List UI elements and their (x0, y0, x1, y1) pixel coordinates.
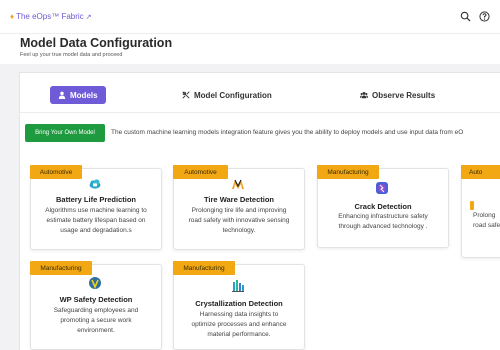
card-desc-line: Safeguarding employees and (53, 307, 139, 314)
users-icon (360, 91, 368, 99)
crack-gem-icon (375, 181, 389, 195)
card-desc-line: technology. (222, 227, 256, 234)
byom-description: The custom machine learning models integ… (111, 129, 464, 136)
tab-observe-results[interactable]: Observe Results (360, 86, 435, 104)
card-desc-line: usage and degradation.s (60, 227, 132, 234)
tab-models[interactable]: Models (50, 86, 106, 104)
card-description: Safeguarding employees and promoting a s… (32, 306, 160, 336)
card-desc-line: road safe (473, 222, 500, 229)
card-description: Harnessing data insights to optimize pro… (175, 310, 303, 340)
top-bar: ♦ The eOps™ Fabric ↗ (0, 0, 500, 34)
card-desc-line: promoting a secure work (60, 317, 132, 324)
card-description: Prolong road safe (473, 211, 500, 231)
brand-link[interactable]: ♦ The eOps™ Fabric ↗ (10, 12, 92, 21)
card-desc-line: Harnessing data insights to (199, 311, 279, 318)
card-title: Crack Detection (354, 202, 412, 211)
card-description: Prolonging tire life and improving road … (175, 206, 303, 236)
battery-cloud-icon (88, 177, 102, 191)
crystal-icon (231, 279, 245, 293)
card-desc-line: optimize processes and enhance (191, 321, 287, 328)
user-icon (58, 91, 66, 99)
category-tag: Automotive (30, 165, 82, 179)
tab-models-label: Models (70, 90, 98, 100)
page-subtitle: Feel up your true model data and proceed (20, 52, 123, 58)
search-icon[interactable] (460, 11, 471, 22)
page-title: Model Data Configuration (20, 36, 173, 50)
card-desc-line: estimate battery lifespan based on (46, 217, 146, 224)
settings-sliders-icon (182, 91, 190, 99)
card-description: Enhancing infrastructure safety through … (319, 212, 447, 232)
card-title: Tire Ware Detection (203, 195, 275, 204)
safety-shield-icon (88, 276, 102, 290)
help-icon[interactable] (479, 11, 490, 22)
tab-observe-results-label: Observe Results (372, 90, 436, 100)
card-desc-line: through advanced technology . (338, 223, 428, 230)
category-tag: Automotive (173, 165, 228, 179)
tab-model-configuration-label: Model Configuration (194, 90, 272, 100)
card-desc-line: environment. (77, 327, 115, 334)
card-desc-line: road safety with innovative sensing (188, 217, 290, 224)
category-tag: Manufacturing (173, 261, 235, 275)
tab-model-configuration[interactable]: Model Configuration (182, 86, 272, 104)
card-desc-line: Prolong (473, 212, 496, 219)
category-tag: Auto (461, 165, 500, 179)
tire-logo-icon (231, 177, 245, 191)
card-title: WP Safety Detection (59, 295, 133, 304)
bring-your-own-model-button[interactable]: Bring Your Own Model (25, 124, 105, 142)
card-desc-line: Enhancing infrastructure safety (338, 213, 428, 220)
brand-name: The eOps™ Fabric (16, 12, 84, 21)
card-desc-line: Prolonging tire life and improving (191, 207, 287, 214)
card-title: Crystallization Detection (195, 299, 283, 308)
tab-bar: Models Model Configuration Observe Resul… (50, 86, 500, 104)
card-title: Battery Life Prediction (55, 195, 137, 204)
category-tag: Manufacturing (317, 165, 379, 179)
external-link-icon: ↗ (85, 13, 92, 21)
card-desc-line: Algorithms use machine learning to (45, 207, 147, 214)
card-desc-line: material performance. (207, 331, 271, 338)
flame-icon: ♦ (10, 12, 15, 21)
partial-icon (470, 201, 474, 210)
card-description: Algorithms use machine learning to estim… (32, 206, 160, 236)
category-tag: Manufacturing (30, 261, 92, 275)
tab-divider (19, 112, 500, 113)
